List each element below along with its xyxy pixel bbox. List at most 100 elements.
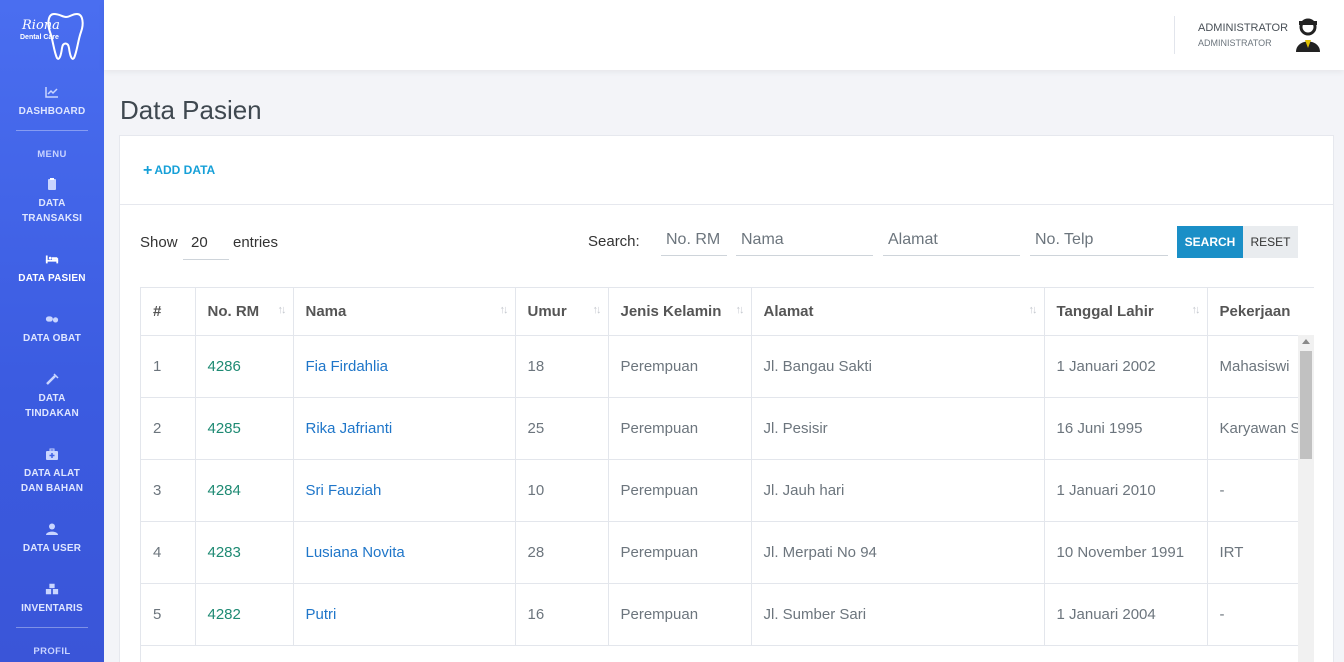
syringe-icon bbox=[46, 373, 59, 385]
sidebar-item-label: DASHBOARD bbox=[18, 106, 86, 117]
sort-icon: ↑↓ bbox=[1191, 304, 1201, 316]
header-divider bbox=[1174, 16, 1175, 54]
medkit-icon bbox=[46, 448, 58, 460]
sidebar-item-label: DATA USER bbox=[22, 543, 82, 554]
plus-icon: + bbox=[143, 162, 153, 179]
sidebar: Riona Dental Care DASHBOARD MENU DATA TR… bbox=[0, 0, 104, 662]
row-number: 2 bbox=[141, 397, 196, 460]
address-cell: Jl. Jauh hari bbox=[751, 459, 1045, 522]
sidebar-item-dashboard[interactable]: DASHBOARD bbox=[0, 86, 104, 119]
table-row: 3 4284 Sri Fauziah 10 Perempuan Jl. Jauh… bbox=[141, 459, 1314, 522]
sidebar-item-inventaris[interactable]: INVENTARIS bbox=[0, 583, 104, 616]
gender-cell: Perempuan bbox=[608, 397, 752, 460]
sort-icon: ↑↓ bbox=[1028, 304, 1038, 316]
age-cell: 28 bbox=[515, 521, 609, 584]
patient-name-link[interactable]: Fia Firdahlia bbox=[293, 335, 516, 398]
reset-button[interactable]: RESET bbox=[1243, 226, 1298, 258]
sort-icon: ↑↓ bbox=[735, 304, 745, 316]
card-header: + ADD DATA bbox=[120, 136, 1333, 205]
table-row: 1 4286 Fia Firdahlia 18 Perempuan Jl. Ba… bbox=[141, 335, 1314, 398]
address-cell: Jl. Sumber Sari bbox=[751, 583, 1045, 646]
brand-name: Riona bbox=[22, 18, 60, 33]
column-header[interactable]: Pekerjaan bbox=[1207, 288, 1314, 336]
table-row: 2 4285 Rika Jafrianti 25 Perempuan Jl. P… bbox=[141, 397, 1314, 460]
birthdate-cell: 1 Januari 2010 bbox=[1044, 459, 1208, 522]
sidebar-item-data-user[interactable]: DATA USER bbox=[0, 523, 104, 556]
search-button[interactable]: SEARCH bbox=[1177, 226, 1243, 258]
logo[interactable]: Riona Dental Care bbox=[0, 0, 104, 70]
column-header[interactable]: Alamat ↑↓ bbox=[751, 288, 1045, 336]
gender-cell: Perempuan bbox=[608, 335, 752, 398]
column-header[interactable]: Tanggal Lahir ↑↓ bbox=[1044, 288, 1208, 336]
birthdate-cell: 1 Januari 2002 bbox=[1044, 335, 1208, 398]
entries-select[interactable]: 20 bbox=[183, 226, 229, 260]
entries-value: 20 bbox=[191, 234, 208, 251]
sidebar-item-data-alat-bahan[interactable]: DATA ALAT DAN BAHAN bbox=[0, 448, 104, 496]
chart-icon bbox=[45, 87, 58, 98]
add-data-label: ADD DATA bbox=[154, 163, 216, 177]
page-title: Data Pasien bbox=[120, 95, 262, 125]
column-header[interactable]: No. RM ↑↓ bbox=[195, 288, 294, 336]
menu-heading: MENU bbox=[37, 149, 67, 160]
patient-name-link[interactable]: Sri Fauziah bbox=[293, 459, 516, 522]
avatar[interactable] bbox=[1294, 18, 1322, 52]
age-cell: 10 bbox=[515, 459, 609, 522]
address-cell: Jl. Merpati No 94 bbox=[751, 521, 1045, 584]
column-header: # bbox=[141, 288, 196, 336]
age-cell: 25 bbox=[515, 397, 609, 460]
sidebar-item-label: DATA ALAT DAN BAHAN bbox=[20, 468, 84, 494]
sidebar-divider bbox=[16, 130, 88, 131]
sidebar-item-label: INVENTARIS bbox=[21, 603, 83, 614]
sort-icon: ↑↓ bbox=[499, 304, 509, 316]
sidebar-item-data-pasien[interactable]: DATA PASIEN bbox=[0, 253, 104, 286]
search-no-telp-input[interactable] bbox=[1030, 224, 1168, 256]
row-number: 5 bbox=[141, 583, 196, 646]
column-header[interactable]: Jenis Kelamin ↑↓ bbox=[608, 288, 752, 336]
patient-name-link[interactable]: Putri bbox=[293, 583, 516, 646]
no-rm-cell: 4285 bbox=[195, 397, 294, 460]
sidebar-item-data-tindakan[interactable]: DATA TINDAKAN bbox=[0, 373, 104, 421]
no-rm-cell: 4286 bbox=[195, 335, 294, 398]
profil-heading: PROFIL bbox=[33, 646, 71, 657]
row-number: 3 bbox=[141, 459, 196, 522]
table-scrollbar[interactable] bbox=[1298, 335, 1314, 662]
patient-name-link[interactable]: Rika Jafrianti bbox=[293, 397, 516, 460]
age-cell: 18 bbox=[515, 335, 609, 398]
patient-name-link[interactable]: Lusiana Novita bbox=[293, 521, 516, 584]
sidebar-item-label: DATA OBAT bbox=[22, 333, 82, 344]
entries-label: entries bbox=[233, 234, 279, 251]
birthdate-cell: 16 Juni 1995 bbox=[1044, 397, 1208, 460]
sidebar-divider bbox=[16, 627, 88, 628]
patients-table-container: # No. RM ↑↓ Nama ↑↓ Umur ↑↓ Jenis Kelamin ↑↓… bbox=[140, 287, 1314, 662]
sidebar-item-label: DATA PASIEN bbox=[18, 273, 86, 284]
user-role: ADMINISTRATOR bbox=[1198, 38, 1272, 48]
sort-icon: ↑↓ bbox=[592, 304, 602, 316]
bed-icon bbox=[45, 255, 59, 264]
search-nama-input[interactable] bbox=[736, 224, 873, 256]
row-number: 4 bbox=[141, 521, 196, 584]
sidebar-item-data-transaksi[interactable]: DATA TRANSAKSI bbox=[0, 178, 104, 226]
search-no-rm-input[interactable] bbox=[661, 224, 727, 256]
search-label: Search: bbox=[588, 233, 640, 250]
gender-cell: Perempuan bbox=[608, 583, 752, 646]
column-header[interactable]: Nama ↑↓ bbox=[293, 288, 516, 336]
no-rm-cell: 4282 bbox=[195, 583, 294, 646]
address-cell: Jl. Pesisir bbox=[751, 397, 1045, 460]
sidebar-item-label: DATA TINDAKAN bbox=[25, 393, 79, 419]
search-alamat-input[interactable] bbox=[883, 224, 1020, 256]
top-bar: ADMINISTRATOR ADMINISTRATOR bbox=[104, 0, 1344, 70]
table-row: 5 4282 Putri 16 Perempuan Jl. Sumber Sar… bbox=[141, 583, 1314, 646]
scroll-up-arrow-icon[interactable] bbox=[1302, 339, 1310, 344]
no-rm-cell: 4284 bbox=[195, 459, 294, 522]
add-data-button[interactable]: + ADD DATA bbox=[143, 161, 215, 179]
scrollbar-thumb[interactable] bbox=[1300, 351, 1312, 459]
sidebar-item-data-obat[interactable]: DATA OBAT bbox=[0, 313, 104, 346]
boxes-icon bbox=[45, 583, 59, 595]
gender-cell: Perempuan bbox=[608, 459, 752, 522]
clipboard-icon bbox=[48, 178, 56, 190]
column-header[interactable]: Umur ↑↓ bbox=[515, 288, 609, 336]
user-name[interactable]: ADMINISTRATOR bbox=[1198, 22, 1288, 34]
pills-icon bbox=[45, 316, 59, 323]
age-cell: 16 bbox=[515, 583, 609, 646]
brand-subtitle: Dental Care bbox=[20, 34, 59, 41]
